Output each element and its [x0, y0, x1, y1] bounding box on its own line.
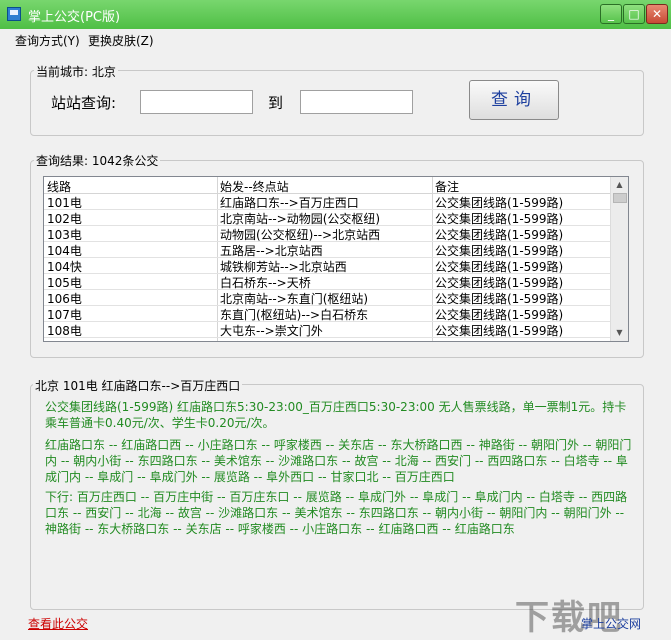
results-scrollbar[interactable]: ▲ ▼ — [610, 177, 628, 341]
table-row[interactable]: 106电 北京南站-->东直门(枢纽站) 公交集团线路(1-599路) — [44, 289, 612, 306]
cell-route: 108电 — [47, 324, 82, 338]
title-bar[interactable]: 掌上公交(PC版) _ □ ✕ — [0, 0, 671, 29]
table-row[interactable]: 102电 北京南站-->动物园(公交枢纽) 公交集团线路(1-599路) — [44, 209, 612, 226]
route-detail-header: 北京 101电 红庙路口东-->百万庄西口 — [33, 377, 243, 394]
minimize-button[interactable]: _ — [600, 4, 622, 24]
table-row[interactable]: 104快 城铁柳芳站-->北京站西 公交集团线路(1-599路) — [44, 257, 612, 274]
station-query-label: 站站查询: — [51, 94, 117, 112]
menu-bar: 查询方式(Y) 更换皮肤(Z) — [0, 29, 671, 49]
route-stops-up: 红庙路口东 -- 红庙路口西 -- 小庄路口东 -- 呼家楼西 -- 关东店 -… — [45, 438, 632, 484]
route-stops-down: 下行: 百万庄西口 -- 百万庄中街 -- 百万庄东口 -- 展览路 -- 阜成… — [45, 490, 628, 536]
menu-change-skin[interactable]: 更换皮肤(Z) — [88, 32, 154, 49]
menu-query-mode[interactable]: 查询方式(Y) — [15, 32, 80, 49]
scroll-down-icon[interactable]: ▼ — [611, 325, 628, 341]
table-row[interactable]: 101电 红庙路口东-->百万庄西口 公交集团线路(1-599路) — [44, 193, 612, 210]
table-row[interactable]: 105电 白石桥东-->天桥 公交集团线路(1-599路) — [44, 273, 612, 290]
maximize-button[interactable]: □ — [623, 4, 645, 24]
table-row[interactable]: 103电 动物园(公交枢纽)-->北京站西 公交集团线路(1-599路) — [44, 225, 612, 242]
from-station-input[interactable] — [140, 90, 253, 114]
scroll-up-icon[interactable]: ▲ — [611, 177, 628, 193]
table-row[interactable]: 108电 大屯东-->崇文门外 公交集团线路(1-599路) — [44, 321, 612, 338]
cell-terminals: 大屯东-->崇文门外 — [220, 324, 323, 338]
table-header: 线路 始发--终点站 备注 — [44, 177, 612, 194]
app-icon — [7, 7, 21, 21]
scroll-thumb[interactable] — [613, 193, 627, 203]
results-table[interactable]: 线路 始发--终点站 备注 101电 红庙路口东-->百万庄西口 公交集团线路(… — [43, 176, 629, 342]
to-label: 到 — [268, 94, 284, 112]
results-label: 查询结果: 1042条公交 — [34, 152, 161, 169]
to-station-input[interactable] — [300, 90, 413, 114]
view-bus-link[interactable]: 查看此公交 — [28, 615, 88, 632]
close-button[interactable]: ✕ — [646, 4, 668, 24]
cell-remark: 公交集团线路(1-599路) — [435, 324, 564, 338]
table-row[interactable]: 104电 五路居-->北京站西 公交集团线路(1-599路) — [44, 241, 612, 258]
table-row[interactable]: 107电 东直门(枢纽站)-->白石桥东 公交集团线路(1-599路) — [44, 305, 612, 322]
route-info-text: 公交集团线路(1-599路) 红庙路口东5:30-23:00_百万庄西口5:30… — [45, 400, 627, 430]
current-city-label: 当前城市: 北京 — [34, 63, 118, 80]
route-detail-panel: 北京 101电 红庙路口东-->百万庄西口 公交集团线路(1-599路) 红庙路… — [30, 377, 644, 610]
window-title: 掌上公交(PC版) — [28, 10, 121, 25]
site-name: 掌上公交网 — [581, 617, 642, 631]
query-button[interactable]: 查询 — [469, 80, 559, 120]
